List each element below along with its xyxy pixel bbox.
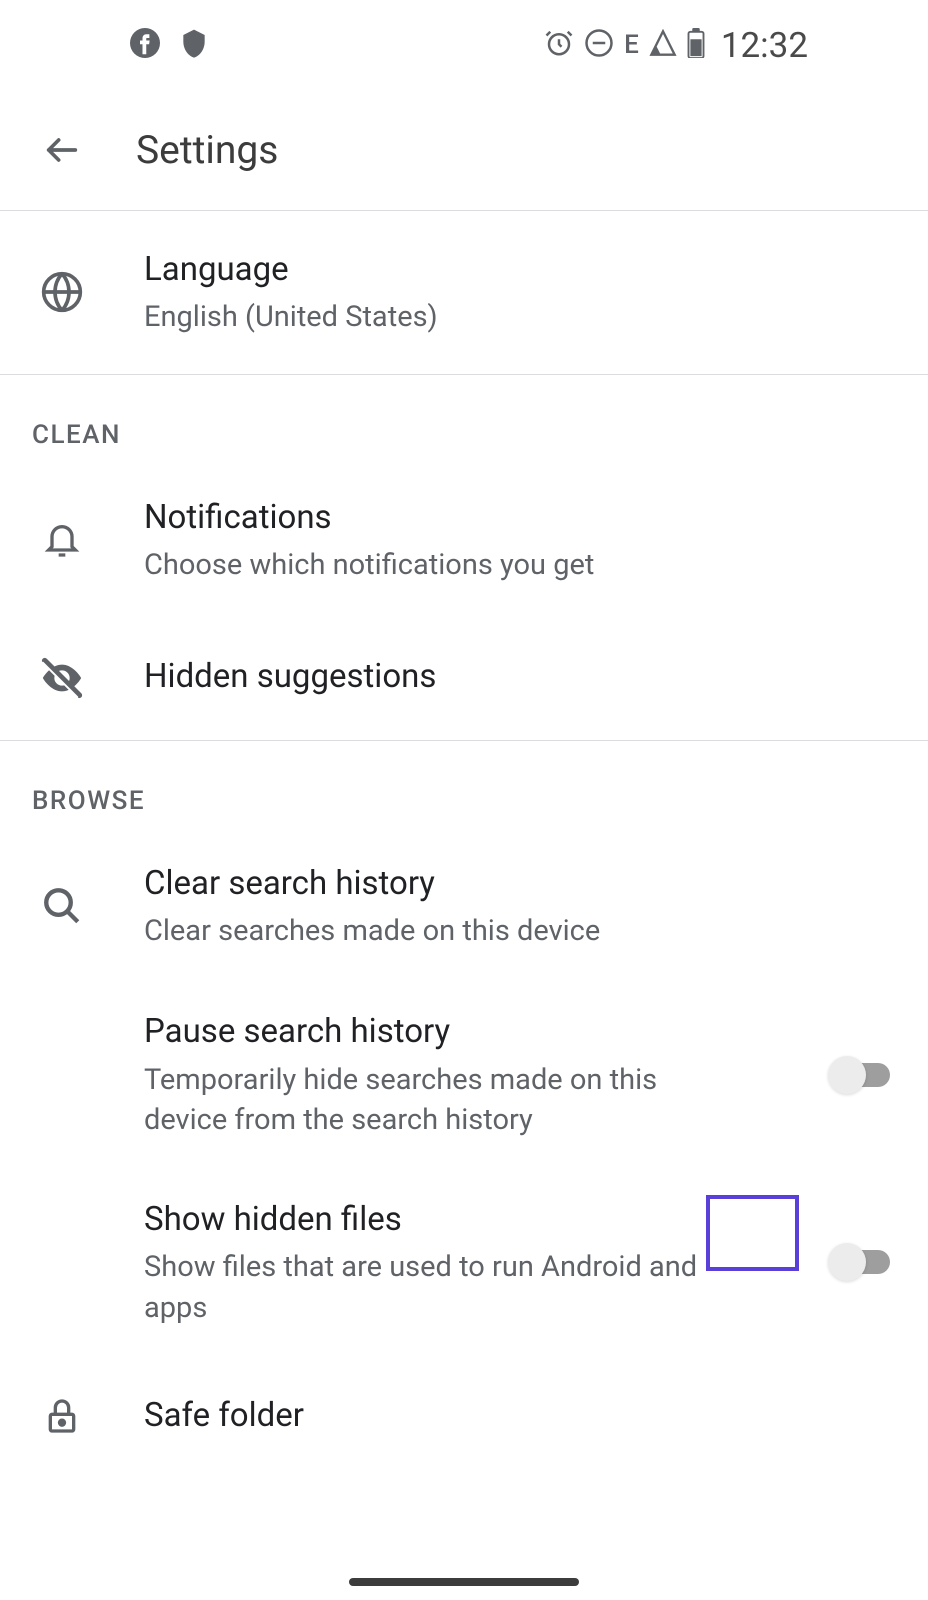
bell-icon xyxy=(38,516,86,564)
back-button[interactable] xyxy=(38,126,86,174)
settings-item-safe-folder[interactable]: Safe folder xyxy=(0,1356,928,1476)
lock-icon xyxy=(38,1392,86,1440)
item-title: Safe folder xyxy=(144,1393,898,1439)
section-header-clean: CLEAN xyxy=(0,375,928,465)
settings-item-show-hidden[interactable]: Show hidden files Show files that are us… xyxy=(0,1169,928,1356)
toggle-pause-history[interactable] xyxy=(828,1056,890,1094)
item-title: Language xyxy=(144,247,898,293)
globe-icon xyxy=(38,268,86,316)
toggle-show-hidden[interactable] xyxy=(828,1243,890,1281)
settings-item-language[interactable]: Language English (United States) xyxy=(0,211,928,374)
status-bar: E 12:32 xyxy=(0,0,928,90)
section-header-browse: BROWSE xyxy=(0,741,928,831)
settings-item-hidden-suggestions[interactable]: Hidden suggestions xyxy=(0,616,928,740)
facebook-icon xyxy=(130,28,160,62)
battery-icon xyxy=(687,28,705,62)
search-icon xyxy=(38,882,86,930)
item-title: Clear search history xyxy=(144,861,898,907)
item-subtitle: Clear searches made on this device xyxy=(144,911,898,952)
item-subtitle: Show files that are used to run Android … xyxy=(144,1247,740,1328)
item-subtitle: English (United States) xyxy=(144,297,898,338)
item-title: Pause search history xyxy=(144,1009,740,1055)
item-subtitle: Temporarily hide searches made on this d… xyxy=(144,1060,740,1141)
alarm-icon xyxy=(544,28,574,62)
shield-icon xyxy=(178,27,210,63)
item-title: Hidden suggestions xyxy=(144,654,898,700)
app-header: Settings xyxy=(0,90,928,210)
settings-item-notifications[interactable]: Notifications Choose which notifications… xyxy=(0,465,928,616)
eye-off-icon xyxy=(38,654,86,702)
item-subtitle: Choose which notifications you get xyxy=(144,545,898,586)
item-title: Notifications xyxy=(144,495,898,541)
item-title: Show hidden files xyxy=(144,1197,740,1243)
signal-icon xyxy=(649,29,677,61)
page-title: Settings xyxy=(136,127,278,173)
settings-item-clear-history[interactable]: Clear search history Clear searches made… xyxy=(0,831,928,982)
network-type: E xyxy=(624,30,639,60)
do-not-disturb-icon xyxy=(584,28,614,62)
settings-item-pause-history[interactable]: Pause search history Temporarily hide se… xyxy=(0,981,928,1168)
status-time: 12:32 xyxy=(721,25,808,66)
nav-bar-indicator[interactable] xyxy=(349,1578,579,1586)
